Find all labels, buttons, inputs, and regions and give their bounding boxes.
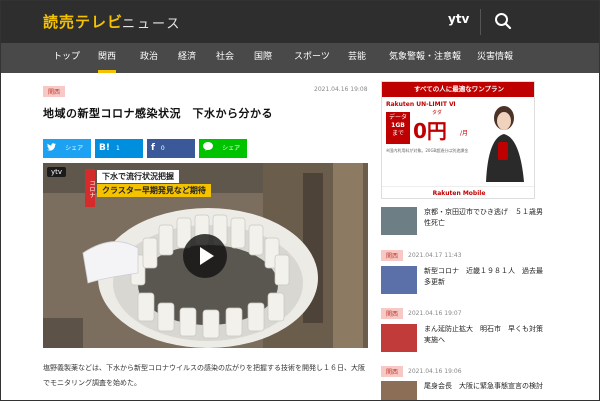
facebook-share-button[interactable]: f0 xyxy=(147,139,195,158)
hatena-count: 1 xyxy=(115,145,120,152)
ad-data-until: まで xyxy=(391,130,404,137)
sidebar-article-tag[interactable]: 関西 xyxy=(381,250,404,261)
nav-item-sports[interactable]: スポーツ xyxy=(294,43,330,73)
play-icon xyxy=(200,247,214,265)
nav-item-kansai[interactable]: 関西 xyxy=(98,43,117,73)
sidebar-article-tag[interactable]: 関西 xyxy=(381,308,404,319)
nav-item-politics[interactable]: 政治 xyxy=(140,43,158,73)
sidebar-article-title: 新型コロナ 近畿１９８１人 過去最多更新 xyxy=(424,267,543,286)
article-category-tag[interactable]: 関西 xyxy=(43,86,66,97)
sidebar-article[interactable]: まん延防止拡大 明石市 早くも対策実施へ 関西 2021.04.16 19:06 xyxy=(381,324,551,377)
twitter-icon xyxy=(47,143,59,153)
ad-price: 0円 xyxy=(413,119,447,143)
play-button[interactable] xyxy=(183,234,227,278)
sidebar-article-title: まん延防止拡大 明石市 早くも対策実施へ xyxy=(424,325,543,344)
channel-badge: ytv xyxy=(47,167,67,177)
ad-data-box: データ 1GB まで xyxy=(386,112,410,144)
nav-item-entertainment[interactable]: 芸能 xyxy=(348,43,366,73)
line-share-label: シェア xyxy=(222,145,241,152)
header-divider xyxy=(480,9,481,35)
ad-per-month: /月 xyxy=(460,130,469,137)
sidebar-article-thumbnail xyxy=(381,324,417,352)
sidebar-article-title: 尾身会長 大阪に緊急事態宣言の検討 xyxy=(424,382,543,390)
facebook-count: 0 xyxy=(160,145,165,152)
main-nav: トップ 関西 政治 経済 社会 国際 スポーツ 芸能 気象警報・注意報 災害情報 xyxy=(1,43,599,73)
article-title: 地域の新型コロナ感染状況 下水から分かる xyxy=(43,107,273,120)
twitter-share-label: シェア xyxy=(65,145,84,152)
video-player[interactable]: ytv コロナ 下水で流行状況把握 クラスター早期発見など期待 xyxy=(43,163,368,348)
sidebar-article-title: 京都・京田辺市でひき逃げ ５１歳男性死亡 xyxy=(424,208,543,227)
site-logo[interactable]: 読売テレビ xyxy=(43,11,123,32)
video-corner-tag: コロナ xyxy=(85,169,95,207)
nav-item-top[interactable]: トップ xyxy=(53,43,80,73)
nav-item-society[interactable]: 社会 xyxy=(216,43,234,73)
sidebar-article-meta: 関西 2021.04.16 19:06 xyxy=(381,361,551,377)
search-icon[interactable] xyxy=(494,12,512,30)
ytv-logo[interactable]: ytv xyxy=(448,12,469,26)
sidebar-article-date: 2021.04.16 19:07 xyxy=(408,310,462,317)
line-icon xyxy=(203,142,216,153)
site-header: 読売テレビ ニュース ytv xyxy=(1,1,599,43)
sidebar-article-meta: 関西 2021.04.16 19:07 xyxy=(381,303,551,319)
ad-model-image xyxy=(478,102,528,182)
sidebar-article[interactable]: 尾身会長 大阪に緊急事態宣言の検討 xyxy=(381,381,551,400)
browser-frame: 読売テレビ ニュース ytv トップ 関西 政治 経済 社会 国際 スポーツ 芸… xyxy=(0,0,600,401)
line-share-button[interactable]: シェア xyxy=(199,139,247,158)
ad-headline: すべての人に最適なワンプラン xyxy=(382,82,534,97)
nav-item-economy[interactable]: 経済 xyxy=(178,43,196,73)
sidebar-article-thumbnail xyxy=(381,207,417,235)
nav-item-international[interactable]: 国際 xyxy=(254,43,272,73)
facebook-icon: f xyxy=(151,143,155,153)
sidebar-article-date: 2021.04.16 19:06 xyxy=(408,368,462,375)
twitter-share-button[interactable]: シェア xyxy=(43,139,91,158)
sidebar-article-thumbnail xyxy=(381,381,417,400)
nav-item-disaster[interactable]: 災害情報 xyxy=(477,43,513,73)
video-caption-line1: 下水で流行状況把握 xyxy=(97,170,179,183)
article-body: 塩野義製薬などは、下水から新型コロナウイルスの感染の広がりを把握する技術を開発し… xyxy=(43,364,365,387)
hatena-icon: B! xyxy=(99,143,110,153)
sidebar-article[interactable]: 京都・京田辺市でひき逃げ ５１歳男性死亡 関西 2021.04.17 11:43 xyxy=(381,207,551,261)
section-label: ニュース xyxy=(122,17,182,32)
ad-data-label: データ xyxy=(388,114,407,121)
hatena-share-button[interactable]: B! 1 xyxy=(95,139,143,158)
nav-item-weather[interactable]: 気象警報・注意報 xyxy=(389,43,461,73)
ad-data-amount: 1GB xyxy=(391,122,405,129)
ad-brand: Rakuten Mobile xyxy=(382,186,534,198)
sidebar-article-thumbnail xyxy=(381,266,417,294)
rakuten-ad-banner[interactable]: すべての人に最適なワンプラン Rakuten UN-LIMIT Ⅵ データ 1G… xyxy=(381,81,535,199)
sidebar-article-tag[interactable]: 関西 xyxy=(381,366,404,377)
article-date: 2021.04.16 19:08 xyxy=(314,86,368,93)
sidebar-article[interactable]: 新型コロナ 近畿１９８１人 過去最多更新 関西 2021.04.16 19:07 xyxy=(381,266,551,319)
video-caption-line2: クラスター早期発見など期待 xyxy=(97,184,211,197)
sidebar-article-meta: 関西 2021.04.17 11:43 xyxy=(381,245,551,261)
ad-fineprint: ※国内利用料が対象。20GB超過分は別途課金 xyxy=(386,148,469,153)
ad-product: Rakuten UN-LIMIT Ⅵ xyxy=(386,101,456,108)
sidebar-article-date: 2021.04.17 11:43 xyxy=(408,252,462,259)
